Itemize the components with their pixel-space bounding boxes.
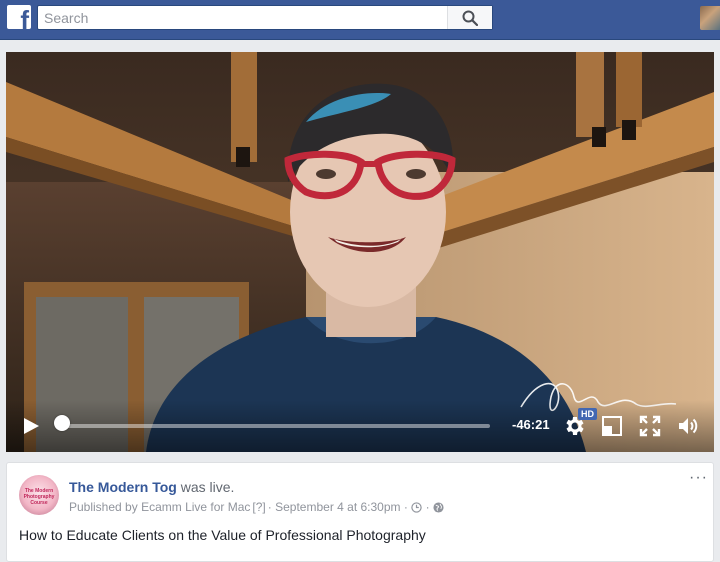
post-meta: Published by Ecamm Live for Mac [?] · Se… [69,500,444,514]
meta-separator: · [267,500,272,514]
was-live-text: was live. [180,479,235,495]
fullscreen-icon[interactable] [638,414,662,438]
pop-out-icon[interactable] [600,414,624,438]
search-button[interactable] [447,6,492,29]
clock-icon [411,501,422,513]
time-remaining: -46:21 [512,417,550,432]
facebook-logo-letter: f [20,5,29,29]
volume-icon[interactable] [676,414,700,438]
progress-scrubber[interactable] [54,415,70,431]
play-icon[interactable] [22,417,40,435]
publisher-link[interactable]: Ecamm Live for Mac [141,500,250,514]
video-controls: -46:21 HD [6,400,714,452]
video-frame [6,52,714,452]
help-marker[interactable]: [?] [252,500,265,514]
page-avatar[interactable]: The Modern Photography Course [19,475,59,515]
user-avatar[interactable] [700,6,720,30]
hd-badge: HD [578,408,597,420]
post-card: The Modern Photography Course The Modern… [6,462,714,562]
search-input[interactable] [38,6,454,29]
more-options-button[interactable]: ··· [689,470,708,486]
progress-track[interactable] [62,424,490,428]
top-navigation-bar: f [0,0,720,40]
published-by-prefix: Published by [69,500,138,514]
search-box [37,5,493,30]
post-date-link[interactable]: September 4 at 6:30pm [275,500,400,514]
post-body-text: How to Educate Clients on the Value of P… [19,527,426,543]
meta-separator: · [425,500,430,514]
post-headline: The Modern Tog was live. [69,479,234,495]
page-name-link[interactable]: The Modern Tog [69,479,177,495]
meta-separator: · [403,500,408,514]
globe-icon[interactable] [433,501,444,513]
page-avatar-text: The Modern Photography Course [23,488,55,506]
search-icon [462,10,478,26]
facebook-logo[interactable]: f [7,5,31,29]
video-player[interactable]: -46:21 HD [6,52,714,452]
